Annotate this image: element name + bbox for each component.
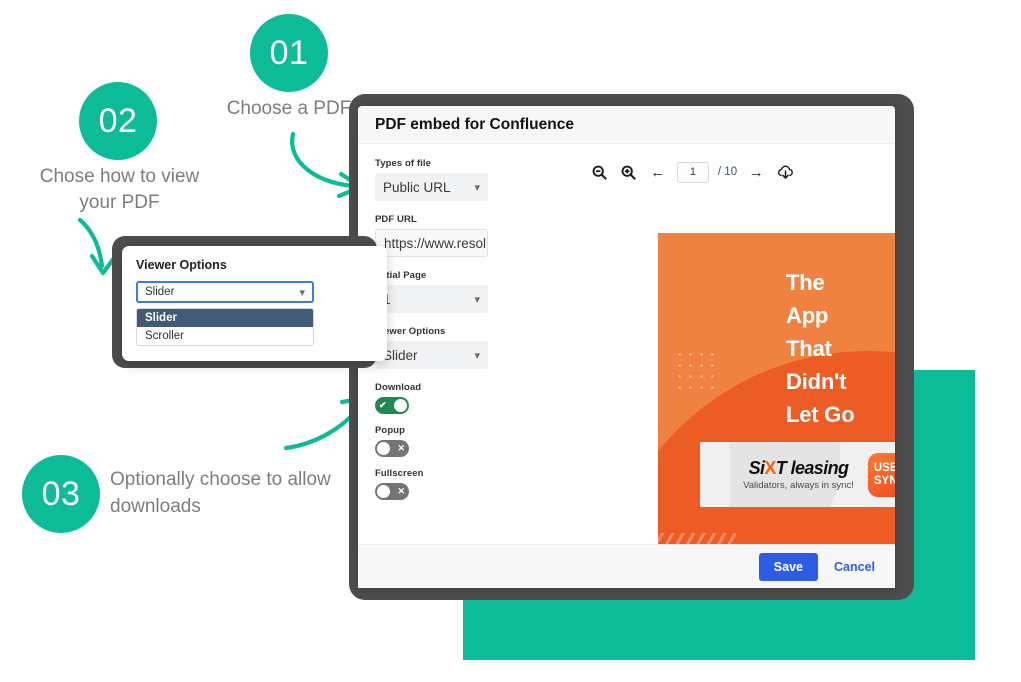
step-caption-02: Chose how to view your PDF: [39, 166, 200, 213]
page-number-input[interactable]: 1: [676, 161, 709, 183]
viewer-options-select[interactable]: Slider ▾: [375, 341, 488, 369]
pdf-heading-line: Didn't: [786, 369, 847, 394]
save-button[interactable]: Save: [758, 552, 818, 581]
toggle-row-popup: Popup ✕: [375, 425, 490, 457]
field-pdf-url: PDF URL https://www.resol: [375, 214, 490, 257]
chevron-down-icon: ▾: [474, 181, 480, 194]
zoom-in-icon[interactable]: [619, 162, 639, 182]
dot-grid-left: [674, 349, 720, 395]
step-badge-03: 03: [22, 455, 100, 533]
sixt-tagline: Validators, always in sync!: [743, 480, 854, 491]
popup-toggle[interactable]: ✕: [375, 440, 409, 457]
fullscreen-toggle[interactable]: ✕: [375, 483, 409, 500]
field-label: Types of file: [375, 158, 432, 169]
field-label: PDF URL: [375, 214, 417, 225]
toggle-knob: [394, 399, 407, 412]
sixt-wordmark: SiXT leasing: [743, 458, 854, 479]
step-badge-number: 02: [98, 101, 138, 140]
step-badge-number: 03: [41, 474, 81, 513]
popover-select[interactable]: Slider ▾: [136, 281, 314, 303]
toggle-row-download: Download ✔: [375, 382, 490, 414]
types-of-file-select[interactable]: Public URL ▾: [375, 173, 488, 201]
pdf-logo-card: SiXT leasing Validators, always in sync!…: [700, 442, 895, 507]
field-label: Fullscreen: [375, 468, 424, 479]
pdf-viewer-pane: ← 1 / 10 → The App That Didn't Let Go Si…: [490, 144, 895, 571]
dialog-header: PDF embed for Confluence: [358, 106, 895, 144]
cross-icon: ✕: [397, 486, 405, 496]
dialog-body: Types of file Public URL ▾ PDF URL https…: [358, 144, 895, 571]
pdf-url-input[interactable]: https://www.resol: [375, 229, 488, 257]
field-label: Viewer Options: [375, 326, 446, 337]
pdf-heading-line: The: [786, 270, 825, 295]
step-caption-03: Optionally choose to allow downloads: [110, 469, 331, 517]
pdf-heading-line: That: [786, 336, 832, 361]
step-badge-number: 01: [269, 33, 309, 72]
step-caption-01: Choose a PDF: [226, 98, 352, 119]
field-initial-page: Initial Page 1 ▾: [375, 270, 490, 313]
toggle-knob: [377, 442, 390, 455]
select-value: Public URL: [383, 179, 451, 195]
page-number-value: 1: [689, 166, 696, 178]
sixt-logo: SiXT leasing Validators, always in sync!: [743, 458, 854, 491]
select-value: Slider: [383, 347, 418, 363]
cross-icon: ✕: [397, 443, 405, 453]
field-viewer-options: Viewer Options Slider ▾: [375, 326, 490, 369]
page-title: PDF embed for Confluence: [375, 115, 574, 133]
input-value: https://www.resol: [384, 235, 487, 251]
popover-option-scroller[interactable]: Scroller: [137, 327, 313, 345]
toggle-knob: [377, 485, 390, 498]
pdf-heading-line: Let Go: [786, 402, 855, 427]
initial-page-select[interactable]: 1 ▾: [375, 285, 488, 313]
usersync-line-1: USER: [873, 461, 895, 474]
download-toggle[interactable]: ✔: [375, 397, 409, 414]
usersync-app-icon: USER SYNC: [867, 452, 895, 497]
pdf-heading: The App That Didn't Let Go: [786, 266, 855, 431]
check-icon: ✔: [379, 400, 387, 410]
screenshot-root: 01 Choose a PDF 02 Chose how to view you…: [0, 0, 1021, 682]
step-badge-02: 02: [79, 82, 157, 160]
popover-option-slider[interactable]: Slider: [137, 309, 313, 327]
viewer-options-popover: Viewer Options Slider ▾ Slider Scroller: [122, 246, 387, 361]
popover-select-value: Slider: [145, 286, 175, 298]
toggle-row-fullscreen: Fullscreen ✕: [375, 468, 490, 500]
chevron-down-icon: ▾: [299, 286, 305, 299]
field-label: Popup: [375, 425, 406, 436]
field-types-of-file: Types of file Public URL ▾: [375, 158, 490, 201]
next-page-icon[interactable]: →: [746, 162, 766, 182]
chevron-down-icon: ▾: [474, 293, 480, 306]
zoom-out-icon[interactable]: [590, 162, 610, 182]
pdf-embed-dialog: PDF embed for Confluence Types of file P…: [358, 106, 895, 588]
pdf-page-render[interactable]: The App That Didn't Let Go SiXT leasing …: [658, 233, 895, 571]
page-total-label: / 10: [717, 166, 738, 178]
dialog-footer: Save Cancel: [358, 544, 895, 588]
popover-title: Viewer Options: [136, 258, 227, 272]
download-cloud-icon[interactable]: [775, 162, 795, 182]
previous-page-icon[interactable]: ←: [648, 162, 668, 182]
cancel-button[interactable]: Cancel: [834, 560, 875, 574]
field-label: Download: [375, 382, 422, 393]
sixt-wordmark-pre: Si: [748, 458, 765, 478]
viewer-toolbar: ← 1 / 10 →: [490, 144, 895, 194]
chevron-down-icon: ▾: [474, 349, 480, 362]
pdf-heading-line: App: [786, 303, 829, 328]
sixt-wordmark-post: T leasing: [775, 458, 849, 478]
step-badge-01: 01: [250, 14, 328, 92]
field-label: Initial Page: [375, 270, 427, 281]
usersync-line-2: SYNC: [873, 474, 895, 487]
sixt-wordmark-x: X: [764, 458, 776, 478]
popover-option-list: Slider Scroller: [136, 308, 314, 346]
